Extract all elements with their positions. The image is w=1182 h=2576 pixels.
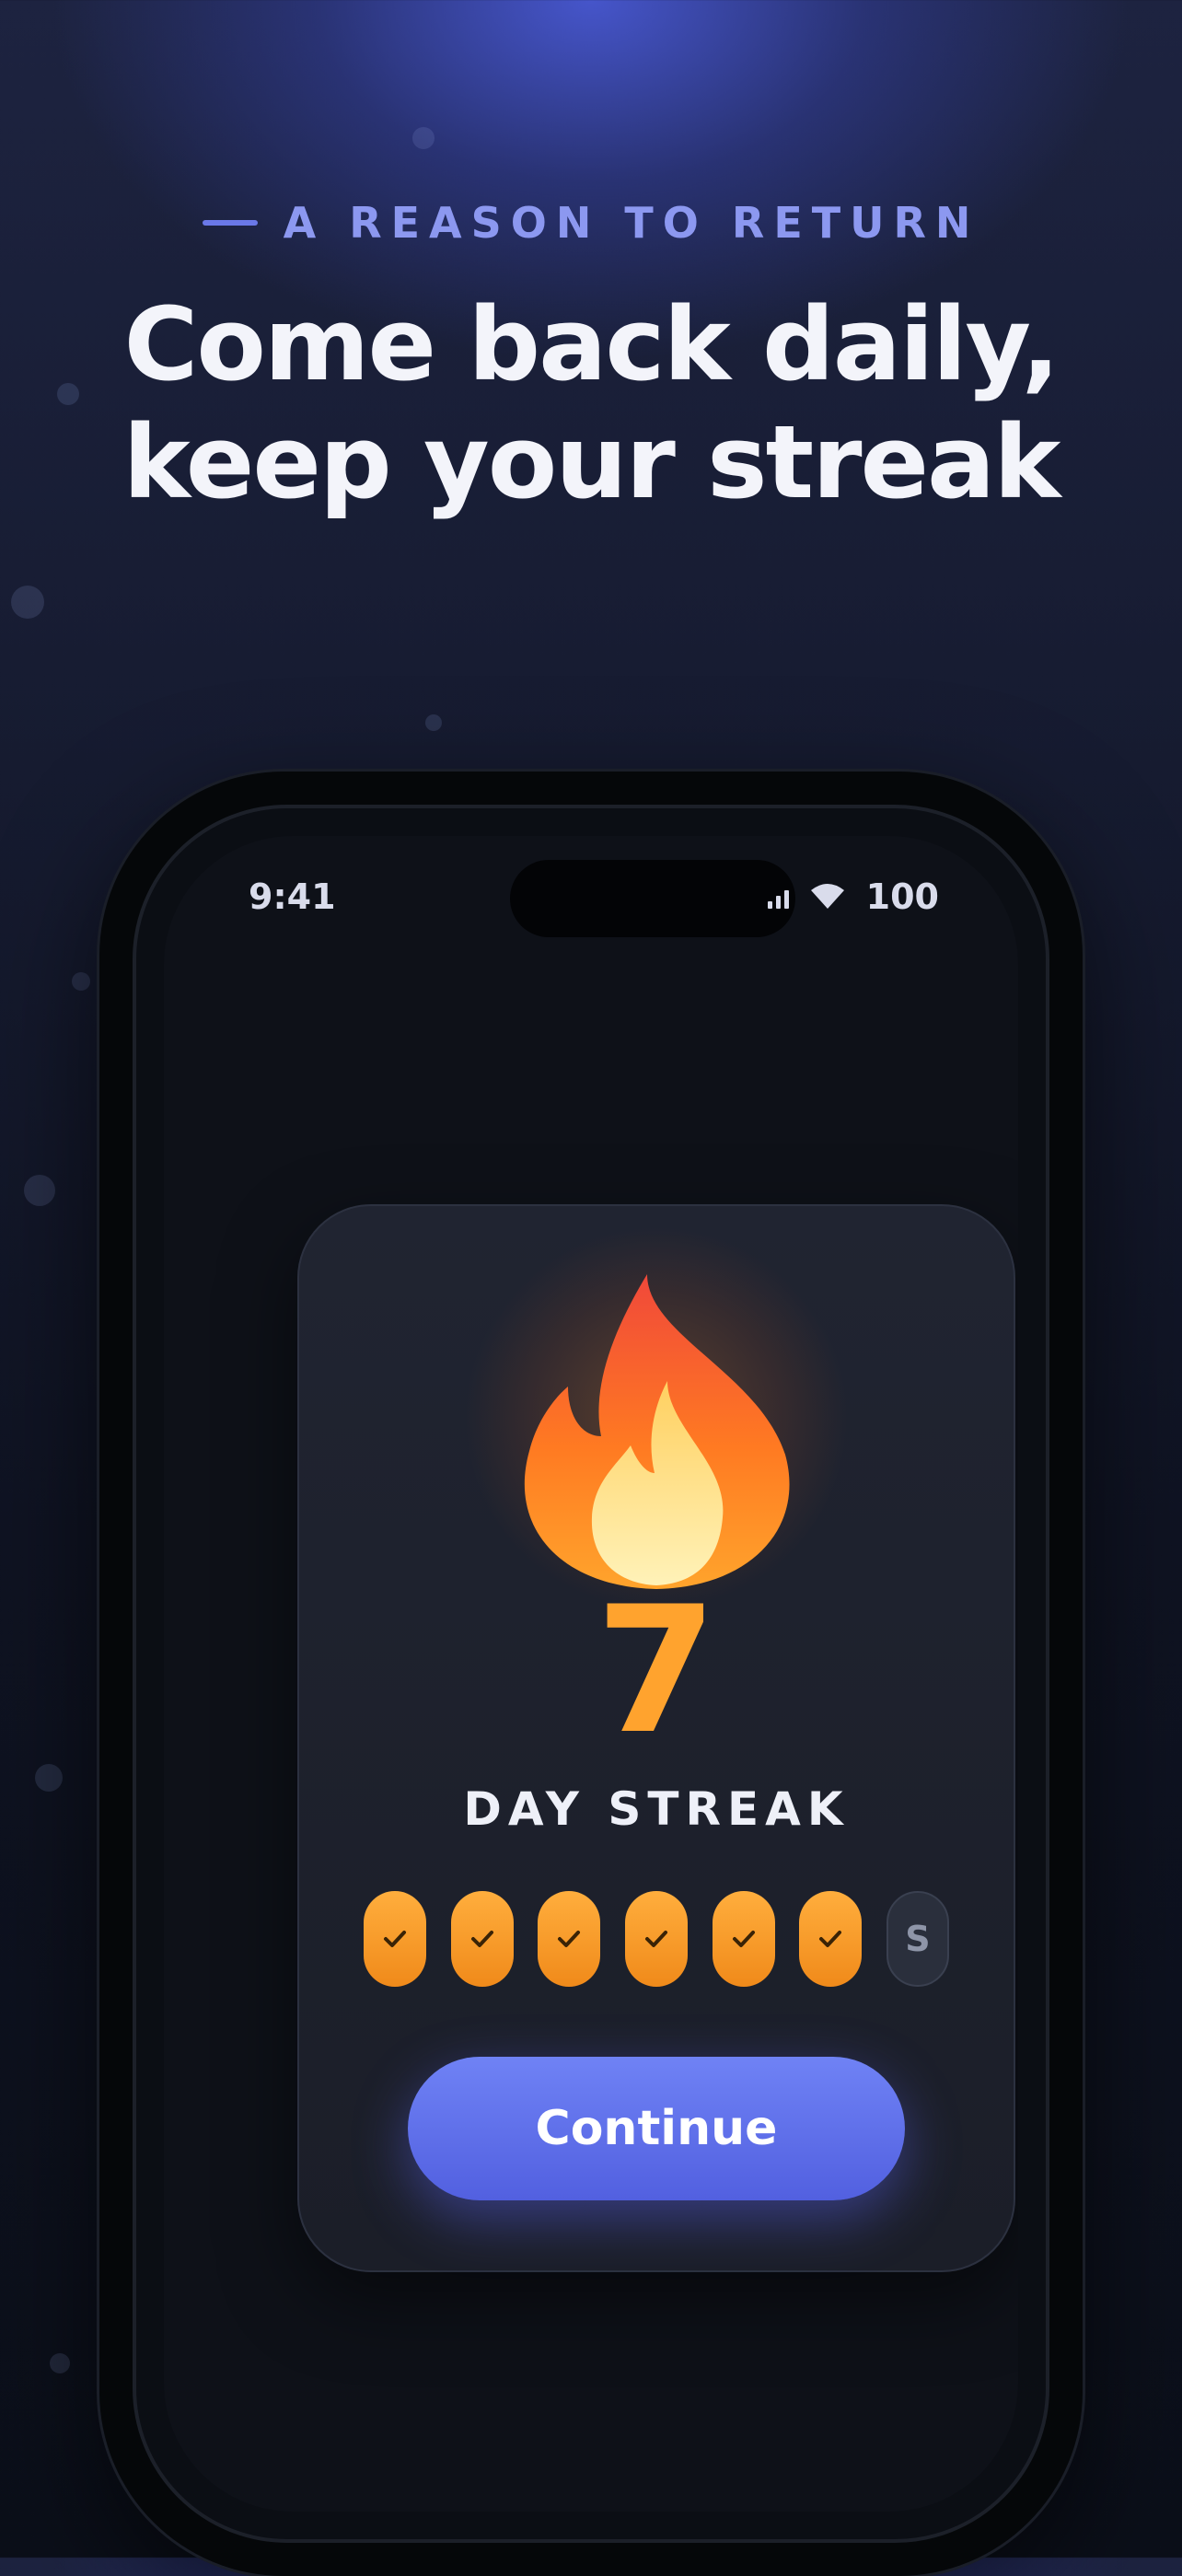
headline-line-1: Come back daily,: [123, 285, 1060, 403]
background-dot: [35, 1764, 63, 1792]
background-dot: [425, 714, 442, 731]
dynamic-island: [510, 860, 795, 937]
headline: Come back daily, keep your streak: [0, 285, 1182, 521]
phone-bezel: 9:41 100 7 DAY STREAK S Continue: [133, 805, 1049, 2543]
streak-days: S: [364, 1891, 949, 1987]
fire-icon: [524, 1274, 790, 1589]
background-dot: [72, 972, 90, 991]
background-dot: [50, 2353, 70, 2373]
status-icons: 100: [767, 876, 939, 917]
streak-label: DAY STREAK: [463, 1782, 850, 1836]
streak-day-completed: [538, 1891, 601, 1987]
streak-day-completed: [624, 1891, 688, 1987]
eyebrow-text: A REASON TO RETURN: [283, 198, 980, 248]
eyebrow: A REASON TO RETURN: [0, 198, 1182, 248]
headline-line-2: keep your streak: [122, 403, 1061, 521]
check-icon: [819, 1931, 842, 1947]
phone-mockup: 9:41 100 7 DAY STREAK S Continue: [99, 772, 1083, 2576]
eyebrow-accent-bar: [202, 220, 258, 226]
background-dot: [24, 1175, 55, 1206]
check-icon: [384, 1931, 406, 1947]
check-icon: [558, 1931, 581, 1947]
check-icon: [644, 1931, 667, 1947]
streak-day-completed: [712, 1891, 775, 1987]
continue-button[interactable]: Continue: [408, 2057, 905, 2200]
check-icon: [470, 1931, 493, 1947]
phone-screen: 9:41 100 7 DAY STREAK S Continue: [164, 836, 1018, 2512]
check-icon: [732, 1931, 755, 1947]
battery-level: 100: [865, 876, 939, 917]
streak-day-completed: [799, 1891, 863, 1987]
status-time: 9:41: [249, 876, 336, 917]
signal-icon: [767, 885, 789, 909]
streak-day-completed: [364, 1891, 426, 1987]
wifi-icon: [810, 884, 844, 909]
streak-day-completed: [450, 1891, 514, 1987]
background-dot: [11, 586, 44, 619]
streak-day-pending: S: [886, 1891, 949, 1987]
background-dot: [412, 127, 435, 149]
streak-card: 7 DAY STREAK S Continue: [297, 1204, 1015, 2272]
streak-count: 7: [595, 1569, 718, 1772]
